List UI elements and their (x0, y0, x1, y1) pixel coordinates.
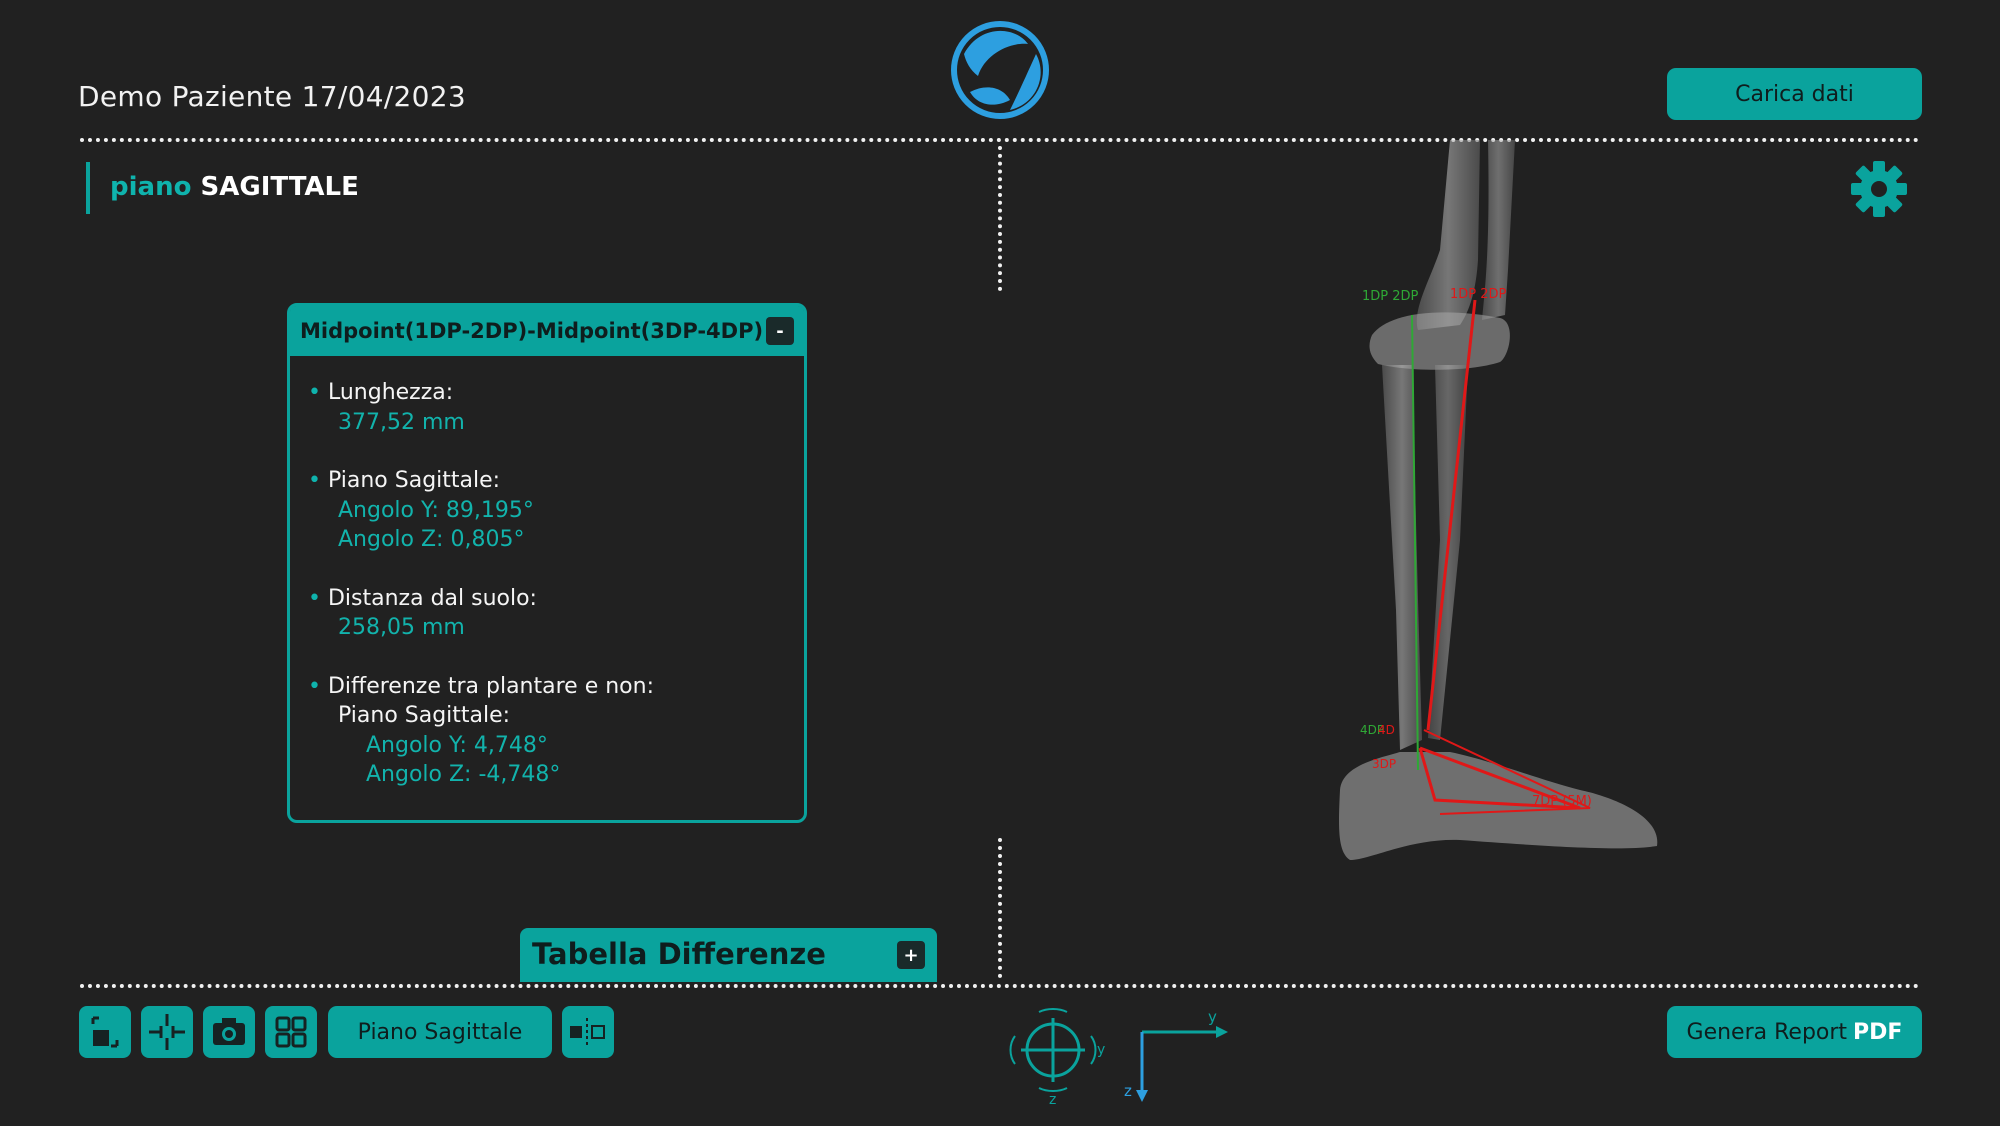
report-label: Genera Report (1686, 1019, 1848, 1045)
differences-angle-z: Angolo Z: -4,748° (366, 762, 561, 787)
plane-title: piano SAGITTALE (110, 172, 359, 202)
differences-angle-y: Angolo Y: 4,748° (366, 732, 548, 758)
gizmo-z-label: z (1049, 1092, 1056, 1108)
ground-distance-label: Distanza dal suolo: (308, 584, 794, 614)
leg-3d-viewport[interactable]: 1DP 2DP 1DP 2DP 4DP 4D 3DP 7DP (5M) (1300, 140, 1780, 880)
camera-icon (213, 1018, 245, 1045)
plane-name: SAGITTALE (200, 172, 359, 202)
ground-distance-value: 258,05 mm (338, 615, 465, 640)
red-marker-label-right: 7DP (5M) (1532, 794, 1592, 809)
orientation-gizmo-icon[interactable]: y z (1005, 1004, 1115, 1108)
red-marker-label-mid: 4D (1378, 723, 1395, 737)
bottom-divider (80, 984, 1920, 988)
center-divider-bottom (998, 838, 1002, 978)
crosshair-button[interactable] (141, 1006, 193, 1058)
panel-body: Lunghezza: 377,52 mm Piano Sagittale: An… (308, 378, 794, 790)
gear-icon[interactable] (1850, 160, 1908, 218)
report-suffix: PDF (1853, 1019, 1903, 1045)
leaf-logo-icon (951, 21, 1049, 119)
green-marker-label-top: 1DP 2DP (1362, 289, 1419, 304)
length-value: 377,52 mm (338, 409, 465, 435)
crosshair-icon (149, 1014, 185, 1050)
generate-pdf-report-button[interactable]: Genera Report PDF (1667, 1006, 1922, 1058)
axes-indicator: y z (1124, 1008, 1228, 1102)
angle-y-value: Angolo Y: 89,195° (338, 497, 534, 523)
differences-label: Differenze tra plantare e non: (308, 672, 794, 702)
grid-button[interactable] (265, 1006, 317, 1058)
patient-title: Demo Paziente 17/04/2023 (78, 80, 467, 113)
sagittal-label: Piano Sagittale: (308, 466, 794, 496)
measurement-panel: Midpoint(1DP-2DP)-Midpoint(3DP-4DP) - Lu… (287, 303, 807, 823)
split-view-icon (570, 1018, 605, 1046)
angle-z-value: Angolo Z: 0,805° (338, 527, 525, 552)
length-label: Lunghezza: (308, 378, 794, 408)
camera-button[interactable] (203, 1006, 255, 1058)
axis-y-label: y (1208, 1008, 1217, 1026)
gizmo-y-label: y (1097, 1042, 1105, 1058)
expand-button[interactable]: + (897, 941, 925, 969)
knee-joint (1369, 312, 1510, 370)
grid-icon (275, 1016, 307, 1048)
differences-table-tab[interactable]: Tabella Differenze + (520, 928, 937, 982)
select-area-button[interactable] (79, 1006, 131, 1058)
panel-title: Midpoint(1DP-2DP)-Midpoint(3DP-4DP) (300, 319, 764, 343)
split-view-button[interactable] (562, 1006, 614, 1058)
red-marker-label-3dp: 3DP (1372, 757, 1396, 771)
plane-accent-bar (86, 162, 90, 214)
differences-plane-label: Piano Sagittale: (338, 703, 511, 728)
sagittal-plane-button[interactable]: Piano Sagittale (328, 1006, 552, 1058)
plane-prefix: piano (110, 172, 192, 202)
panel-header: Midpoint(1DP-2DP)-Midpoint(3DP-4DP) - (290, 306, 804, 356)
axis-z-label: z (1124, 1082, 1132, 1100)
red-marker-label-top: 1DP 2DP (1450, 287, 1507, 302)
center-divider-top (998, 146, 1002, 291)
select-area-icon (91, 1016, 119, 1048)
collapse-button[interactable]: - (766, 317, 794, 345)
differences-table-title: Tabella Differenze (532, 937, 826, 971)
load-data-button[interactable]: Carica dati (1667, 68, 1922, 120)
